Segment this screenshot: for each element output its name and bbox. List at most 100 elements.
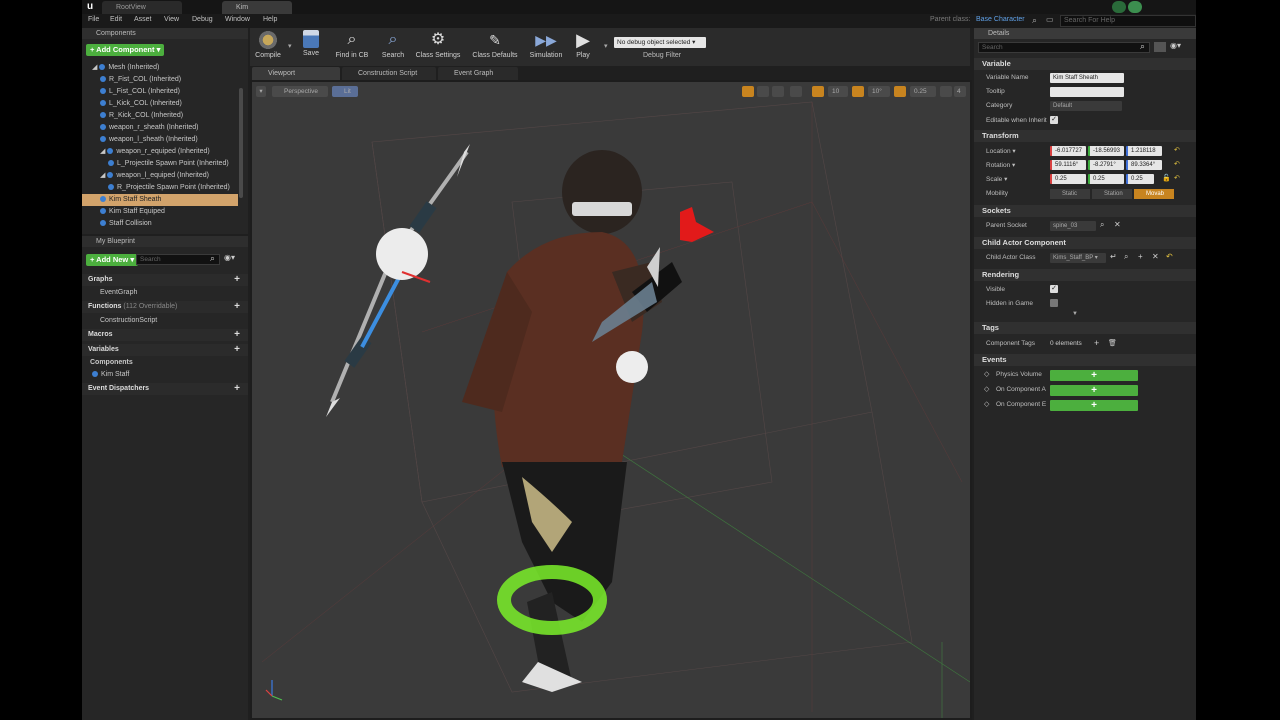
3d-viewport[interactable]: ▾ Perspective Lit 10 10° 0.25 4: [252, 82, 970, 718]
add-component-button[interactable]: + Add Component ▾: [86, 44, 165, 56]
tab-viewport[interactable]: Viewport: [252, 67, 340, 80]
grid-snap-value[interactable]: 10: [828, 86, 848, 97]
rotation-y-field[interactable]: -8.2791°: [1088, 160, 1124, 170]
component-item[interactable]: weapon_l_sheath (Inherited): [82, 134, 238, 146]
visible-checkbox[interactable]: ✓: [1050, 285, 1058, 293]
component-item[interactable]: Kim Staff Sheath: [82, 194, 238, 206]
component-item[interactable]: R_Projectile Spawn Point (Inherited): [82, 182, 238, 194]
maximize-icon[interactable]: [1128, 1, 1142, 13]
components-tab[interactable]: Components: [82, 28, 248, 39]
component-item[interactable]: ◢ Mesh (Inherited): [82, 62, 238, 74]
variable-section[interactable]: Variable: [974, 58, 1196, 70]
component-item[interactable]: R_Fist_COL (Inherited): [82, 74, 238, 86]
variables-section[interactable]: Variables +: [82, 344, 248, 356]
tab-construction-script[interactable]: Construction Script: [342, 67, 436, 80]
property-matrix-icon[interactable]: [1154, 42, 1166, 52]
add-event-physics-volume-button[interactable]: +: [1050, 370, 1138, 381]
mobility-movable-button[interactable]: Movab: [1134, 189, 1174, 199]
world-local-icon[interactable]: [790, 86, 802, 97]
add-event-component-activated-button[interactable]: +: [1050, 385, 1138, 396]
component-item[interactable]: weapon_r_sheath (Inherited): [82, 122, 238, 134]
folder-icon[interactable]: ▭: [1046, 15, 1054, 24]
graphs-section[interactable]: Graphs +: [82, 274, 248, 286]
scale-y-field[interactable]: 0.25: [1088, 174, 1124, 184]
component-item[interactable]: ◢ weapon_l_equiped (Inherited): [82, 170, 238, 182]
add-tag-icon[interactable]: +: [1094, 338, 1099, 348]
scale-label[interactable]: Scale ▾: [986, 175, 1007, 183]
chevron-down-icon[interactable]: ▾: [604, 42, 608, 50]
components-category[interactable]: Components: [82, 357, 248, 369]
reset-icon[interactable]: ↶: [1174, 146, 1180, 154]
rotate-icon[interactable]: [757, 86, 769, 97]
rendering-section[interactable]: Rendering: [974, 269, 1196, 281]
add-dispatcher-icon[interactable]: +: [234, 383, 240, 395]
lit-button[interactable]: Lit: [332, 86, 358, 97]
construction-script-item[interactable]: ConstructionScript: [82, 315, 248, 327]
location-label[interactable]: Location ▾: [986, 147, 1016, 155]
find-in-cb-button[interactable]: ⌕ Find in CB: [332, 30, 372, 64]
scale-icon[interactable]: [772, 86, 784, 97]
child-actor-section[interactable]: Child Actor Component: [974, 237, 1196, 249]
search-button[interactable]: ⌕ Search: [376, 30, 410, 64]
parent-socket-field[interactable]: spine_03: [1050, 221, 1096, 231]
compile-button[interactable]: Compile: [254, 30, 282, 64]
location-z-field[interactable]: 1.218118: [1126, 146, 1162, 156]
details-tab[interactable]: Details: [974, 28, 1196, 39]
scale-snap-icon[interactable]: [894, 86, 906, 97]
simulation-button[interactable]: ▶▶ Simulation: [526, 30, 566, 64]
mobility-static-button[interactable]: Static: [1050, 189, 1090, 199]
mobility-stationary-button[interactable]: Station: [1092, 189, 1132, 199]
grid-snap-icon[interactable]: [812, 86, 824, 97]
add-new-button[interactable]: + Add New ▾: [86, 254, 139, 266]
tooltip-field[interactable]: [1050, 87, 1124, 97]
expand-arrow-icon[interactable]: ◢: [100, 172, 107, 179]
component-item[interactable]: L_Fist_COL (Inherited): [82, 86, 238, 98]
scrollbar[interactable]: [239, 88, 243, 198]
eye-icon[interactable]: ◉▾: [1170, 41, 1181, 50]
location-y-field[interactable]: -18.56993: [1088, 146, 1124, 156]
tab-event-graph[interactable]: Event Graph: [438, 67, 518, 80]
functions-section[interactable]: Functions (112 Overridable) +: [82, 301, 248, 313]
add-graph-icon[interactable]: +: [234, 274, 240, 286]
menu-window[interactable]: Window: [225, 16, 250, 23]
tags-section[interactable]: Tags: [974, 322, 1196, 334]
camera-speed-value[interactable]: 4: [954, 86, 966, 97]
add-function-icon[interactable]: +: [234, 301, 240, 313]
scale-x-field[interactable]: 0.25: [1050, 174, 1086, 184]
add-event-component-end-button[interactable]: +: [1050, 400, 1138, 411]
component-item[interactable]: L_Projectile Spawn Point (Inherited): [82, 158, 238, 170]
parent-class-link[interactable]: Base Character: [976, 16, 1025, 23]
class-settings-button[interactable]: ⚙ Class Settings: [412, 30, 464, 64]
use-selected-icon[interactable]: ↵: [1110, 252, 1117, 261]
kim-staff-variable[interactable]: Kim Staff: [82, 369, 248, 381]
variable-name-field[interactable]: Kim Staff Sheath: [1050, 73, 1124, 83]
reset-icon[interactable]: ↶: [1166, 252, 1173, 261]
component-item[interactable]: R_Kick_COL (Inherited): [82, 110, 238, 122]
category-dropdown[interactable]: Default: [1050, 101, 1122, 111]
rotation-snap-value[interactable]: 10°: [868, 86, 890, 97]
menu-view[interactable]: View: [164, 16, 179, 23]
macros-section[interactable]: Macros +: [82, 329, 248, 341]
translate-icon[interactable]: [742, 86, 754, 97]
menu-asset[interactable]: Asset: [134, 16, 152, 23]
rotation-snap-icon[interactable]: [852, 86, 864, 97]
debug-object-dropdown[interactable]: No debug object selected ▾: [614, 37, 706, 48]
minimize-icon[interactable]: [1112, 1, 1126, 13]
tab-rootview[interactable]: RootView: [102, 1, 182, 14]
search-icon[interactable]: ⌕: [1100, 220, 1104, 230]
search-icon[interactable]: ⌕: [1032, 15, 1037, 26]
editable-checkbox[interactable]: ✓: [1050, 116, 1058, 124]
blueprint-search-input[interactable]: Search: [136, 254, 220, 265]
save-button[interactable]: Save: [296, 30, 326, 64]
component-item[interactable]: ◢ weapon_r_equiped (Inherited): [82, 146, 238, 158]
camera-speed-icon[interactable]: [940, 86, 952, 97]
play-button[interactable]: ▶ Play: [568, 30, 598, 64]
add-icon[interactable]: +: [1138, 252, 1143, 261]
expand-advanced-icon[interactable]: ▼: [1072, 311, 1078, 317]
reset-icon[interactable]: ↶: [1174, 174, 1180, 182]
hidden-in-game-checkbox[interactable]: [1050, 299, 1058, 307]
reset-icon[interactable]: ↶: [1174, 160, 1180, 168]
my-blueprint-tab[interactable]: My Blueprint: [82, 236, 248, 247]
lock-icon[interactable]: 🔓: [1162, 174, 1171, 182]
event-graph-item[interactable]: EventGraph: [82, 287, 248, 299]
